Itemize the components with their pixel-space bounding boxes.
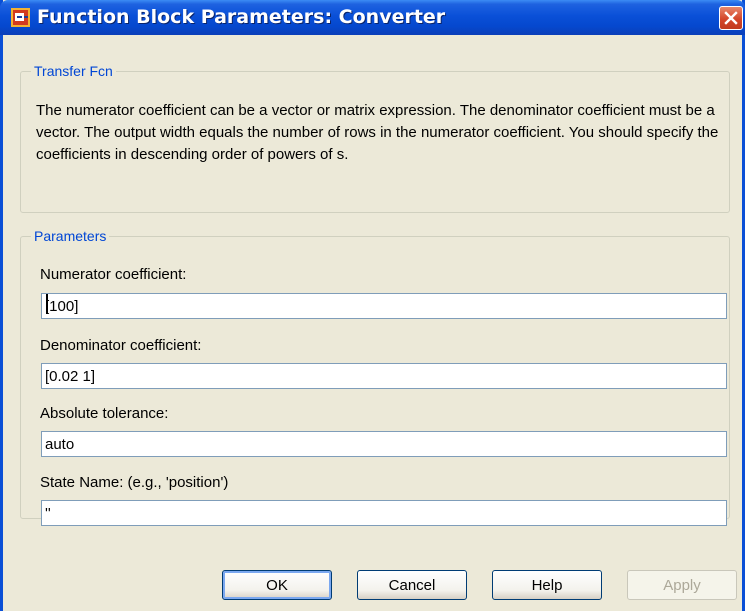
dialog-window: Function Block Parameters: Converter Tra… (0, 0, 745, 611)
state-name-field[interactable] (41, 500, 727, 526)
title-bar[interactable]: Function Block Parameters: Converter (0, 0, 745, 35)
window-title: Function Block Parameters: Converter (37, 6, 446, 28)
ok-button[interactable]: OK (222, 570, 332, 600)
numerator-label: Numerator coefficient: (40, 266, 187, 283)
close-button[interactable] (719, 6, 743, 30)
state-name-label: State Name: (e.g., 'position') (40, 474, 229, 491)
parameters-group: Parameters Numerator coefficient: Denomi… (20, 228, 730, 526)
block-description: The numerator coefficient can be a vecto… (36, 102, 719, 163)
apply-button[interactable]: Apply (627, 570, 737, 600)
transfer-fcn-group: Transfer Fcn The numerator coefficient c… (20, 63, 730, 213)
tolerance-field[interactable] (41, 431, 727, 457)
help-button[interactable]: Help (492, 570, 602, 600)
simulink-block-icon (11, 8, 30, 27)
text-cursor (46, 294, 48, 314)
close-icon (724, 11, 738, 25)
numerator-field[interactable] (41, 293, 727, 319)
denominator-field[interactable] (41, 363, 727, 389)
denominator-label: Denominator coefficient: (40, 337, 202, 354)
cancel-button[interactable]: Cancel (357, 570, 467, 600)
tolerance-label: Absolute tolerance: (40, 405, 169, 422)
transfer-fcn-group-title: Transfer Fcn (31, 63, 116, 79)
parameters-group-title: Parameters (31, 228, 110, 244)
